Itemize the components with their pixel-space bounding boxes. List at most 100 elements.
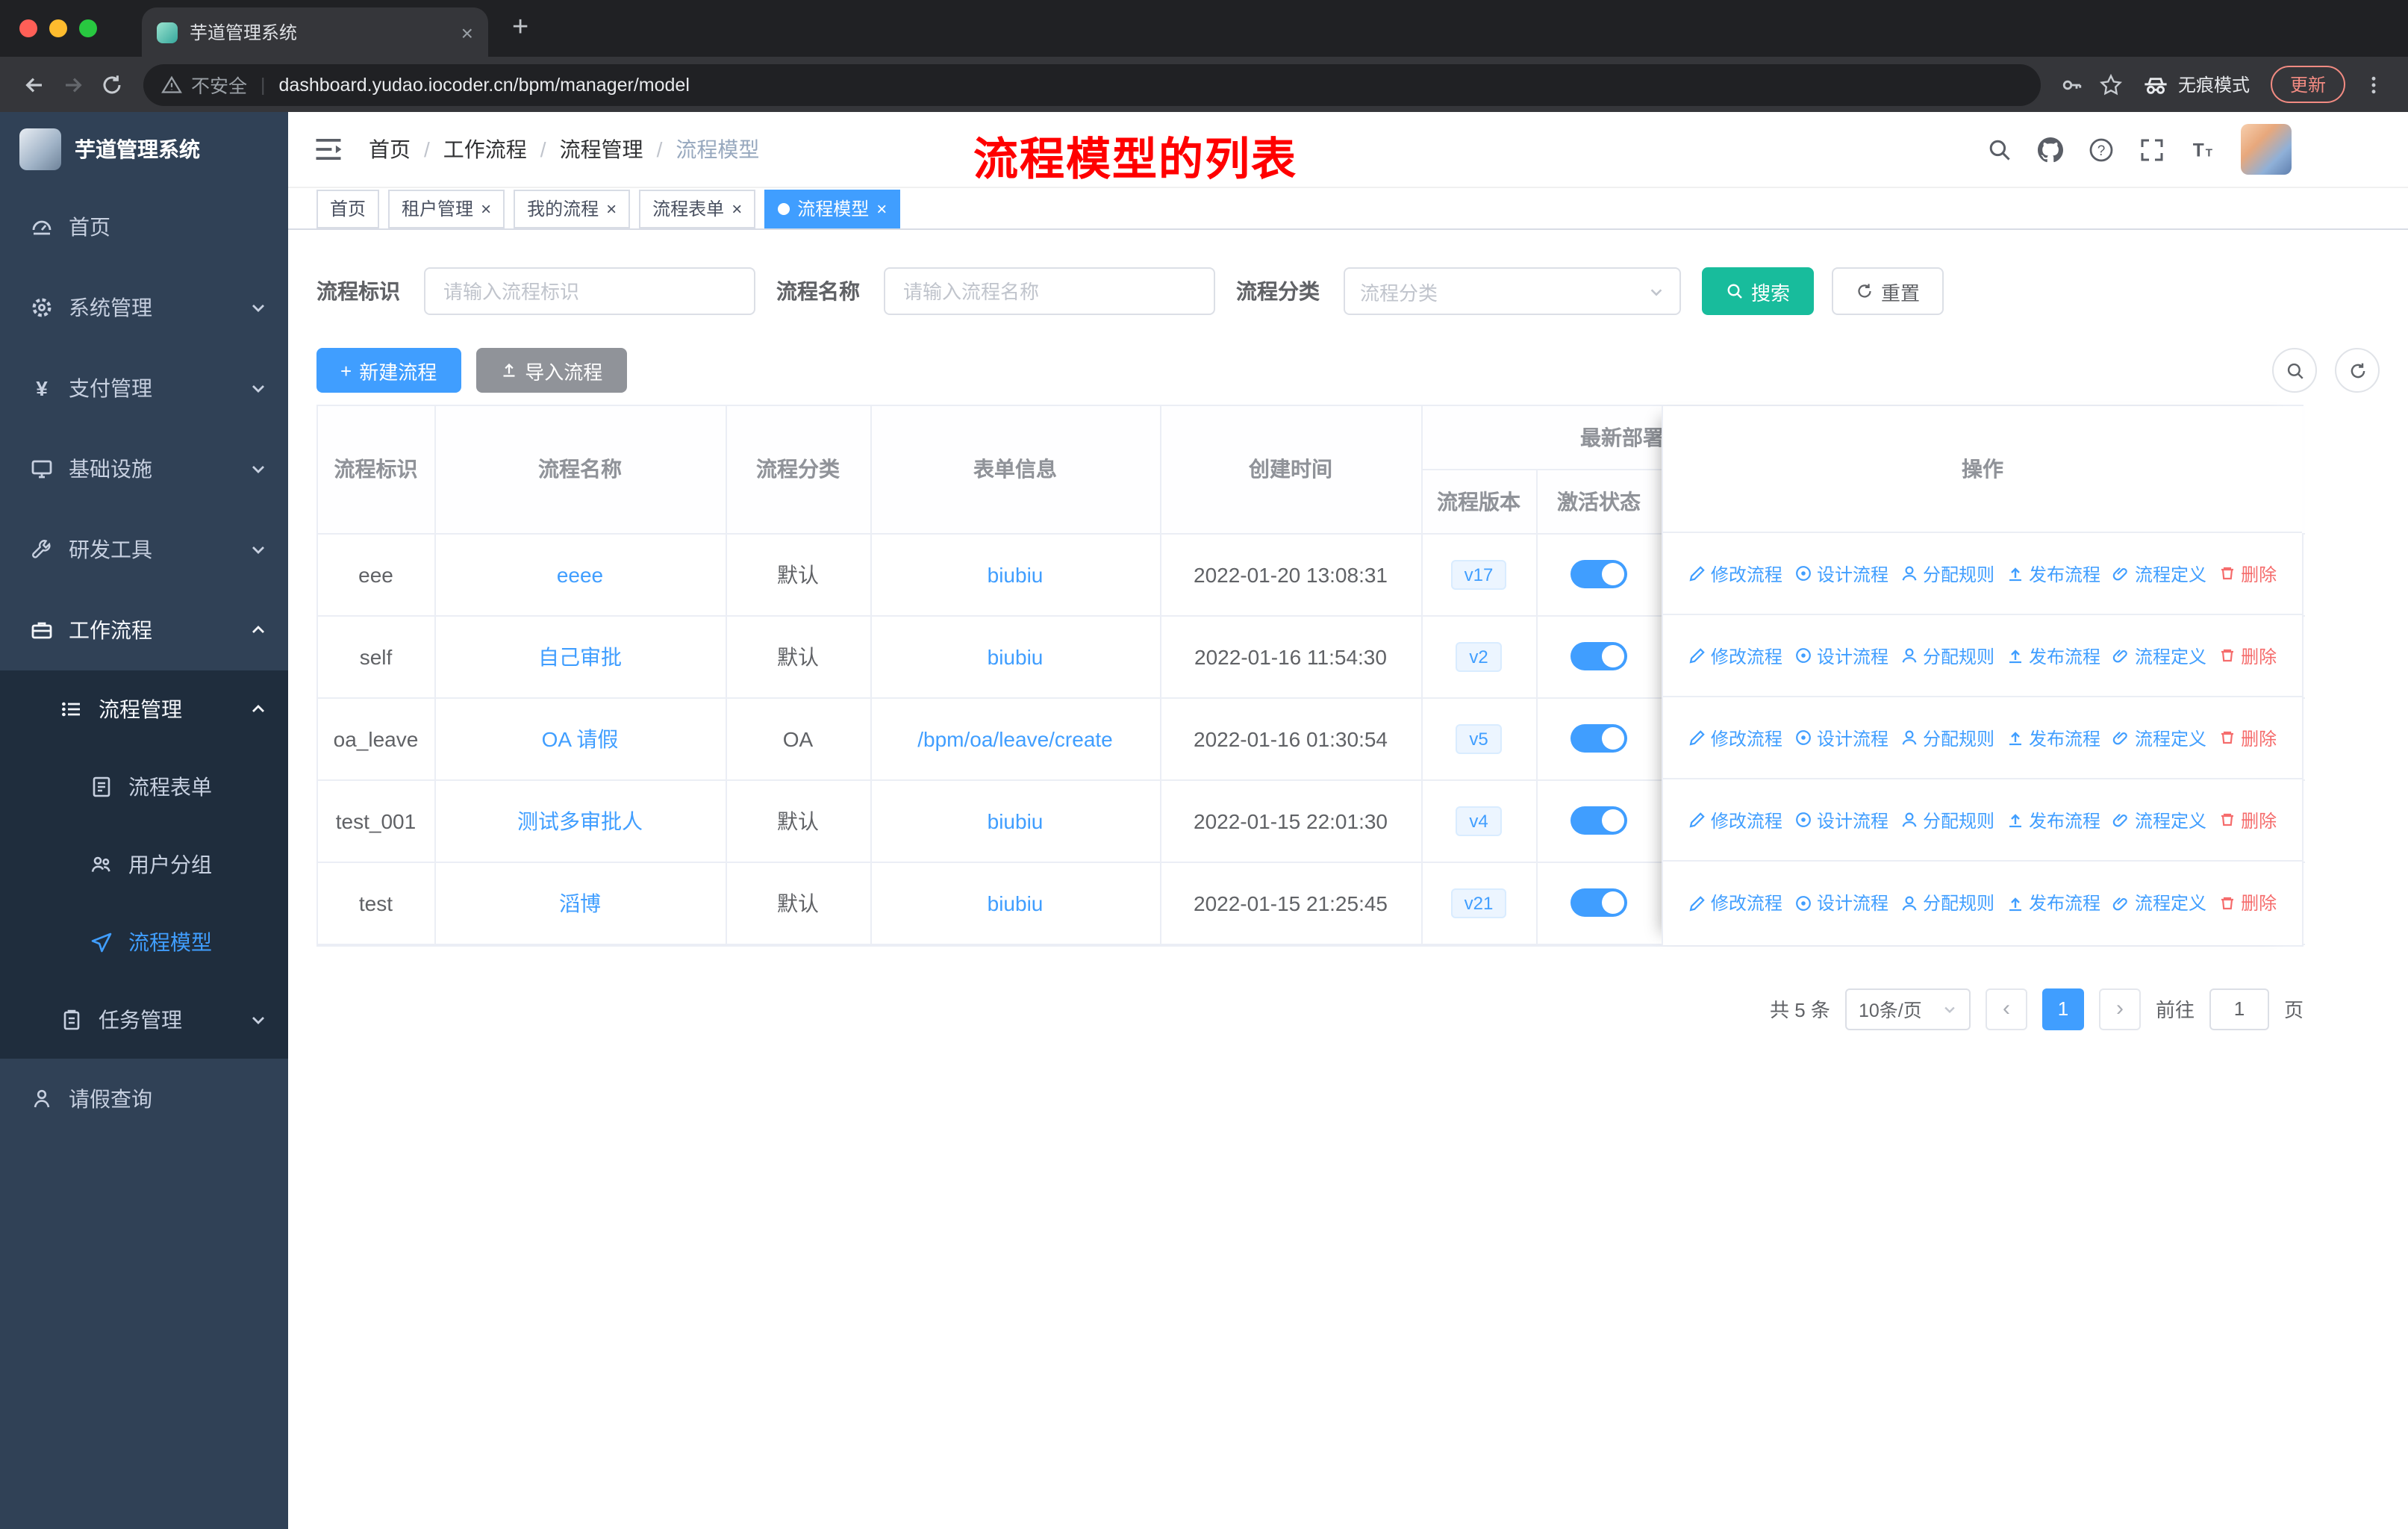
publish-process-button[interactable]: 发布流程: [2006, 725, 2100, 750]
process-definition-button[interactable]: 流程定义: [2112, 807, 2206, 832]
new-tab-button[interactable]: +: [512, 12, 528, 45]
publish-process-button[interactable]: 发布流程: [2006, 807, 2100, 832]
browser-tab[interactable]: 芋道管理系统 ×: [142, 7, 488, 57]
process-name-link[interactable]: 滔博: [559, 891, 601, 915]
toggle-search-button[interactable]: [2272, 348, 2317, 393]
form-info-link[interactable]: biubiu: [988, 809, 1044, 832]
prev-page-button[interactable]: ‹: [1985, 988, 2027, 1030]
sidebar-item-infrastructure[interactable]: 基础设施: [0, 429, 288, 509]
assign-rule-button[interactable]: 分配规则: [1900, 807, 1994, 832]
process-name-link[interactable]: eeee: [557, 562, 603, 586]
url-text[interactable]: dashboard.yudao.iocoder.cn/bpm/manager/m…: [279, 74, 690, 95]
fullscreen-icon[interactable]: [2139, 137, 2165, 162]
breadcrumb-workflow[interactable]: 工作流程: [443, 134, 527, 164]
import-process-button[interactable]: 导入流程: [475, 348, 627, 393]
form-info-link[interactable]: biubiu: [988, 562, 1044, 586]
zoom-window-button[interactable]: [79, 19, 97, 37]
tag-close-icon[interactable]: ×: [606, 199, 617, 217]
sidebar-item-process-form[interactable]: 流程表单: [0, 748, 288, 826]
forward-button[interactable]: [54, 65, 93, 104]
process-definition-button[interactable]: 流程定义: [2112, 561, 2206, 586]
modify-process-button[interactable]: 修改流程: [1688, 561, 1782, 586]
assign-rule-button[interactable]: 分配规则: [1900, 890, 1994, 915]
design-process-button[interactable]: 设计流程: [1794, 725, 1888, 750]
process-definition-button[interactable]: 流程定义: [2112, 890, 2206, 915]
tag-home[interactable]: 首页: [316, 189, 380, 228]
design-process-button[interactable]: 设计流程: [1794, 643, 1888, 668]
form-info-link[interactable]: /bpm/oa/leave/create: [917, 726, 1113, 750]
modify-process-button[interactable]: 修改流程: [1688, 725, 1782, 750]
process-definition-button[interactable]: 流程定义: [2112, 643, 2206, 668]
update-chrome-button[interactable]: 更新: [2270, 66, 2345, 103]
form-info-link[interactable]: biubiu: [988, 644, 1044, 668]
url-bar[interactable]: 不安全 | dashboard.yudao.iocoder.cn/bpm/man…: [143, 63, 2041, 105]
design-process-button[interactable]: 设计流程: [1794, 807, 1888, 832]
active-toggle[interactable]: [1570, 888, 1627, 917]
process-definition-button[interactable]: 流程定义: [2112, 725, 2206, 750]
user-avatar[interactable]: [2241, 124, 2292, 175]
search-button[interactable]: 搜索: [1702, 267, 1815, 315]
sidebar-item-home[interactable]: 首页: [0, 187, 288, 267]
github-icon[interactable]: [2038, 137, 2063, 162]
tag-process-model[interactable]: 流程模型 ×: [764, 189, 901, 228]
delete-process-button[interactable]: 删除: [2218, 643, 2277, 668]
breadcrumb-home[interactable]: 首页: [369, 134, 411, 164]
assign-rule-button[interactable]: 分配规则: [1900, 725, 1994, 750]
process-name-link[interactable]: OA 请假: [542, 726, 619, 750]
assign-rule-button[interactable]: 分配规则: [1900, 643, 1994, 668]
minimize-window-button[interactable]: [49, 19, 67, 37]
search-icon[interactable]: [1987, 137, 2012, 162]
goto-page-input[interactable]: [2209, 988, 2269, 1030]
breadcrumb-process-management[interactable]: 流程管理: [560, 134, 643, 164]
delete-process-button[interactable]: 删除: [2218, 725, 2277, 750]
publish-process-button[interactable]: 发布流程: [2006, 561, 2100, 586]
close-window-button[interactable]: [19, 19, 37, 37]
delete-process-button[interactable]: 删除: [2218, 561, 2277, 586]
font-size-icon[interactable]: TT: [2190, 137, 2215, 162]
publish-process-button[interactable]: 发布流程: [2006, 643, 2100, 668]
active-toggle[interactable]: [1570, 806, 1627, 835]
help-icon[interactable]: ?: [2089, 137, 2114, 162]
active-toggle[interactable]: [1570, 724, 1627, 753]
process-name-link[interactable]: 自己审批: [538, 644, 622, 668]
bookmark-star-button[interactable]: [2092, 65, 2130, 104]
sidebar-item-task-management[interactable]: 任务管理: [0, 981, 288, 1059]
sidebar-item-user-group[interactable]: 用户分组: [0, 826, 288, 903]
process-name-link[interactable]: 测试多审批人: [517, 809, 643, 832]
tag-tenant-management[interactable]: 租户管理 ×: [388, 189, 505, 228]
sidebar-item-system[interactable]: 系统管理: [0, 267, 288, 348]
sidebar-item-workflow[interactable]: 工作流程: [0, 590, 288, 670]
next-page-button[interactable]: ›: [2098, 988, 2141, 1030]
create-process-button[interactable]: + 新建流程: [316, 348, 461, 393]
process-category-select[interactable]: 流程分类: [1344, 267, 1681, 315]
publish-process-button[interactable]: 发布流程: [2006, 890, 2100, 915]
modify-process-button[interactable]: 修改流程: [1688, 807, 1782, 832]
delete-process-button[interactable]: 删除: [2218, 890, 2277, 915]
tag-close-icon[interactable]: ×: [876, 199, 887, 217]
tag-my-process[interactable]: 我的流程 ×: [514, 189, 631, 228]
current-page-button[interactable]: 1: [2042, 988, 2084, 1030]
security-label[interactable]: 不安全: [191, 70, 247, 99]
sidebar-toggle-icon[interactable]: [312, 133, 345, 166]
process-id-input[interactable]: [424, 267, 755, 315]
modify-process-button[interactable]: 修改流程: [1688, 890, 1782, 915]
reset-button[interactable]: 重置: [1832, 267, 1944, 315]
tag-close-icon[interactable]: ×: [481, 199, 491, 217]
tag-process-form[interactable]: 流程表单 ×: [639, 189, 756, 228]
tag-close-icon[interactable]: ×: [732, 199, 742, 217]
form-info-link[interactable]: biubiu: [988, 891, 1044, 915]
sidebar-item-process-management[interactable]: 流程管理: [0, 670, 288, 748]
password-key-button[interactable]: [2053, 65, 2092, 104]
active-toggle[interactable]: [1570, 560, 1627, 588]
delete-process-button[interactable]: 删除: [2218, 807, 2277, 832]
sidebar-item-payment[interactable]: ¥ 支付管理: [0, 348, 288, 429]
refresh-table-button[interactable]: [2335, 348, 2380, 393]
modify-process-button[interactable]: 修改流程: [1688, 643, 1782, 668]
design-process-button[interactable]: 设计流程: [1794, 890, 1888, 915]
process-name-input[interactable]: [884, 267, 1215, 315]
back-button[interactable]: [15, 65, 54, 104]
reload-button[interactable]: [93, 65, 131, 104]
design-process-button[interactable]: 设计流程: [1794, 561, 1888, 586]
sidebar-item-leave-query[interactable]: 请假查询: [0, 1059, 288, 1139]
page-size-select[interactable]: 10条/页: [1844, 988, 1971, 1030]
